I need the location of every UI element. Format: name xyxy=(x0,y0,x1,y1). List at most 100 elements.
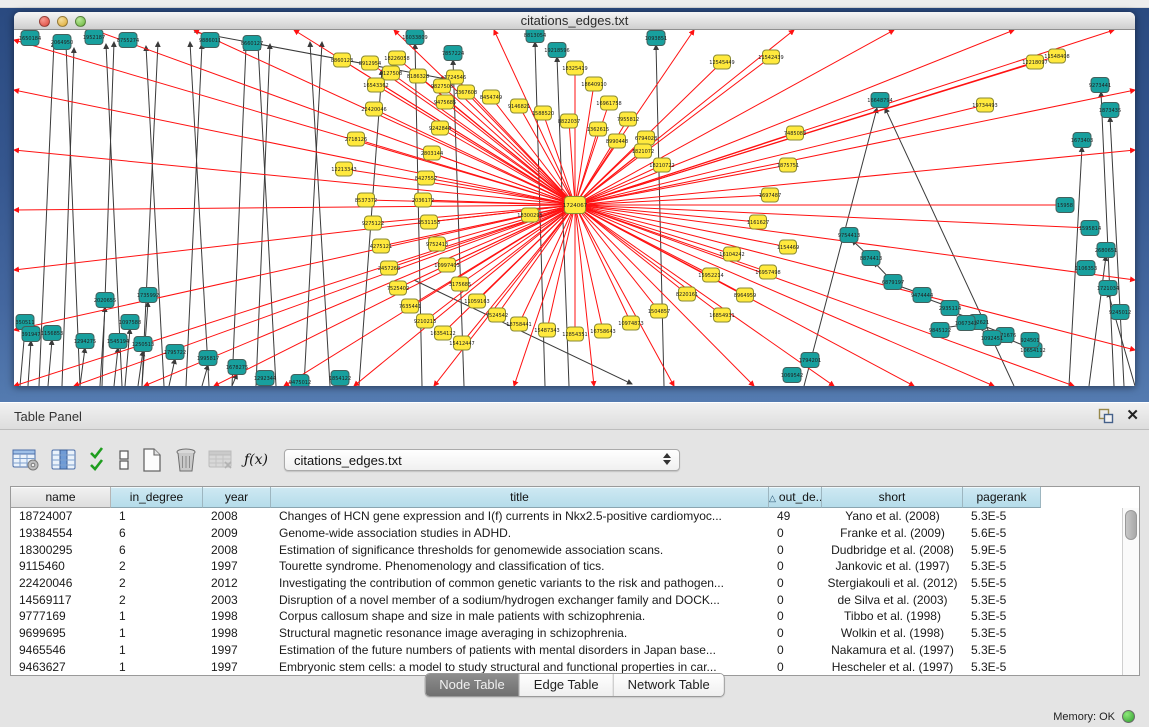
graph-node[interactable]: 1721034 xyxy=(1097,281,1119,296)
column-header-out_degree[interactable]: △out_de... xyxy=(769,487,822,508)
graph-node[interactable]: 1292344 xyxy=(254,371,276,386)
graph-node[interactable]: 1161627 xyxy=(747,215,769,229)
graph-node[interactable]: 12213343 xyxy=(331,162,356,176)
graph-node[interactable]: 10997403 xyxy=(434,258,459,272)
graph-node[interactable]: 8755274 xyxy=(117,33,139,48)
graph-node[interactable]: 18325419 xyxy=(562,61,587,75)
graph-node[interactable]: 8660127 xyxy=(241,36,263,51)
graph-node[interactable]: 1069542 xyxy=(781,368,803,383)
graph-node[interactable]: 3175685 xyxy=(449,277,471,291)
graph-node[interactable]: 1097588 xyxy=(119,315,141,330)
graph-node[interactable]: 1294275 xyxy=(74,334,96,349)
tab-node-table[interactable]: Node Table xyxy=(425,674,520,696)
column-header-in_degree[interactable]: in_degree xyxy=(111,487,203,508)
graph-node[interactable]: 9845122 xyxy=(929,323,951,338)
graph-node[interactable]: 7635441 xyxy=(399,299,421,313)
graph-node[interactable]: 10974873 xyxy=(618,316,643,330)
graph-node[interactable]: 9752413 xyxy=(426,237,448,251)
graph-node[interactable]: 11542439 xyxy=(758,50,783,64)
graph-node[interactable]: 1875751 xyxy=(777,158,799,172)
tab-network-table[interactable]: Network Table xyxy=(614,674,724,696)
graph-node[interactable]: 1673403 xyxy=(1071,133,1093,148)
graph-node[interactable]: 1106353 xyxy=(1075,261,1097,276)
graph-node[interactable]: 9210213 xyxy=(414,314,436,328)
graph-node[interactable]: 16033809 xyxy=(402,30,427,45)
graph-node[interactable]: 9474444 xyxy=(911,288,933,303)
graph-node[interactable]: 9827508 xyxy=(431,79,453,93)
table-select[interactable]: citations_edges.txt xyxy=(284,449,680,471)
table-row[interactable]: 946554611997Estimation of the future num… xyxy=(11,642,1122,659)
graph-node[interactable]: 8427552 xyxy=(415,171,437,185)
graph-node[interactable]: 1154469 xyxy=(777,240,799,254)
graph-node[interactable]: 16961758 xyxy=(596,96,621,110)
function-builder-icon[interactable]: ƒ(x) xyxy=(244,452,268,468)
graph-node[interactable]: 6794028 xyxy=(635,131,657,145)
graph-node[interactable]: 1595814 xyxy=(1079,221,1101,236)
graph-node[interactable]: 9242844 xyxy=(429,121,451,135)
graph-node[interactable]: 8186328 xyxy=(407,69,429,83)
graph-node[interactable]: 9275122 xyxy=(362,216,384,230)
graph-node[interactable]: 9886011 xyxy=(199,33,221,48)
graph-node[interactable]: 1067342 xyxy=(955,316,977,331)
graph-node[interactable]: 9754413 xyxy=(838,228,860,243)
graph-node[interactable]: 6879197 xyxy=(882,275,904,290)
graph-node[interactable]: 8822037 xyxy=(558,114,580,128)
graph-node[interactable]: 1794201 xyxy=(799,353,821,368)
show-column-icon[interactable] xyxy=(50,448,78,472)
graph-node[interactable]: 9245012 xyxy=(1109,305,1131,320)
graph-node[interactable]: 1697487 xyxy=(759,188,781,202)
graph-node[interactable]: 2367608 xyxy=(455,85,477,99)
network-window-titlebar[interactable]: citations_edges.txt xyxy=(14,12,1135,30)
table-scrollbar-thumb[interactable] xyxy=(1125,510,1137,540)
graph-node[interactable]: 7525402 xyxy=(387,281,409,295)
graph-node[interactable]: 7857224 xyxy=(442,46,464,61)
graph-node[interactable]: 7485083 xyxy=(784,126,806,140)
graph-node[interactable]: 8990448 xyxy=(606,134,628,148)
graph-node[interactable]: 2935114 xyxy=(939,301,961,316)
graph-node[interactable]: 7524542 xyxy=(486,308,508,322)
graph-node[interactable]: 22420046 xyxy=(361,102,386,116)
graph-node[interactable]: 2457268 xyxy=(378,261,400,275)
graph-node[interactable]: 9127508 xyxy=(380,66,402,80)
graph-node[interactable]: 9475685 xyxy=(434,95,456,109)
checkbox-list-icon[interactable] xyxy=(118,448,130,472)
graph-node[interactable]: 16854931 xyxy=(709,308,734,322)
column-header-title[interactable]: title xyxy=(271,487,769,508)
graph-node[interactable]: 924501 xyxy=(1020,333,1039,348)
table-row[interactable]: 2242004622012Investigating the contribut… xyxy=(11,575,1122,592)
graph-node[interactable]: 1873435 xyxy=(1099,103,1121,118)
graph-node[interactable]: 18758441 xyxy=(506,317,531,331)
graph-node[interactable]: 1650184 xyxy=(19,31,41,46)
graph-node[interactable]: 1821072 xyxy=(632,144,654,158)
zoom-window-icon[interactable] xyxy=(75,16,86,27)
graph-node[interactable]: 1250513 xyxy=(132,337,154,352)
float-window-icon[interactable] xyxy=(1098,408,1114,424)
graph-node[interactable]: 2064950 xyxy=(51,35,73,50)
graph-node[interactable]: 2020655 xyxy=(94,293,116,308)
graph-node[interactable]: 9146821 xyxy=(508,99,530,113)
graph-node[interactable]: 2803144 xyxy=(421,146,443,160)
graph-node[interactable]: 2680651 xyxy=(1095,243,1117,258)
table-row[interactable]: 1456911722003Disruption of a novel membe… xyxy=(11,591,1122,608)
graph-node[interactable]: 15958 xyxy=(1056,198,1074,213)
graph-node[interactable]: 1362615 xyxy=(587,122,609,136)
graph-node[interactable]: 1545194 xyxy=(107,334,129,349)
graph-node[interactable]: 1588520 xyxy=(532,106,554,120)
table-scrollbar[interactable] xyxy=(1122,508,1139,675)
graph-node[interactable]: 8531153 xyxy=(418,215,440,229)
table-row[interactable]: 1938455462009Genome-wide association stu… xyxy=(11,525,1122,542)
graph-node[interactable]: 1504857 xyxy=(648,304,670,318)
graph-node[interactable]: 2036172 xyxy=(412,193,434,207)
column-header-pagerank[interactable]: pagerank xyxy=(963,487,1041,508)
graph-node[interactable]: 1995817 xyxy=(197,351,219,366)
graph-node[interactable]: 9273441 xyxy=(1089,78,1111,93)
graph-node[interactable]: 4275121 xyxy=(370,239,392,253)
graph-node[interactable]: 1735992 xyxy=(137,288,159,303)
table-row[interactable]: 977716911998Corpus callosum shape and si… xyxy=(11,608,1122,625)
delete-table-icon[interactable] xyxy=(208,448,234,472)
column-header-short[interactable]: short xyxy=(822,487,963,508)
table-row[interactable]: 969969511998Structural magnetic resonanc… xyxy=(11,625,1122,642)
graph-node[interactable]: 1724067 xyxy=(563,197,588,214)
graph-node[interactable]: 19734493 xyxy=(972,98,997,112)
column-settings-icon[interactable] xyxy=(12,448,40,472)
